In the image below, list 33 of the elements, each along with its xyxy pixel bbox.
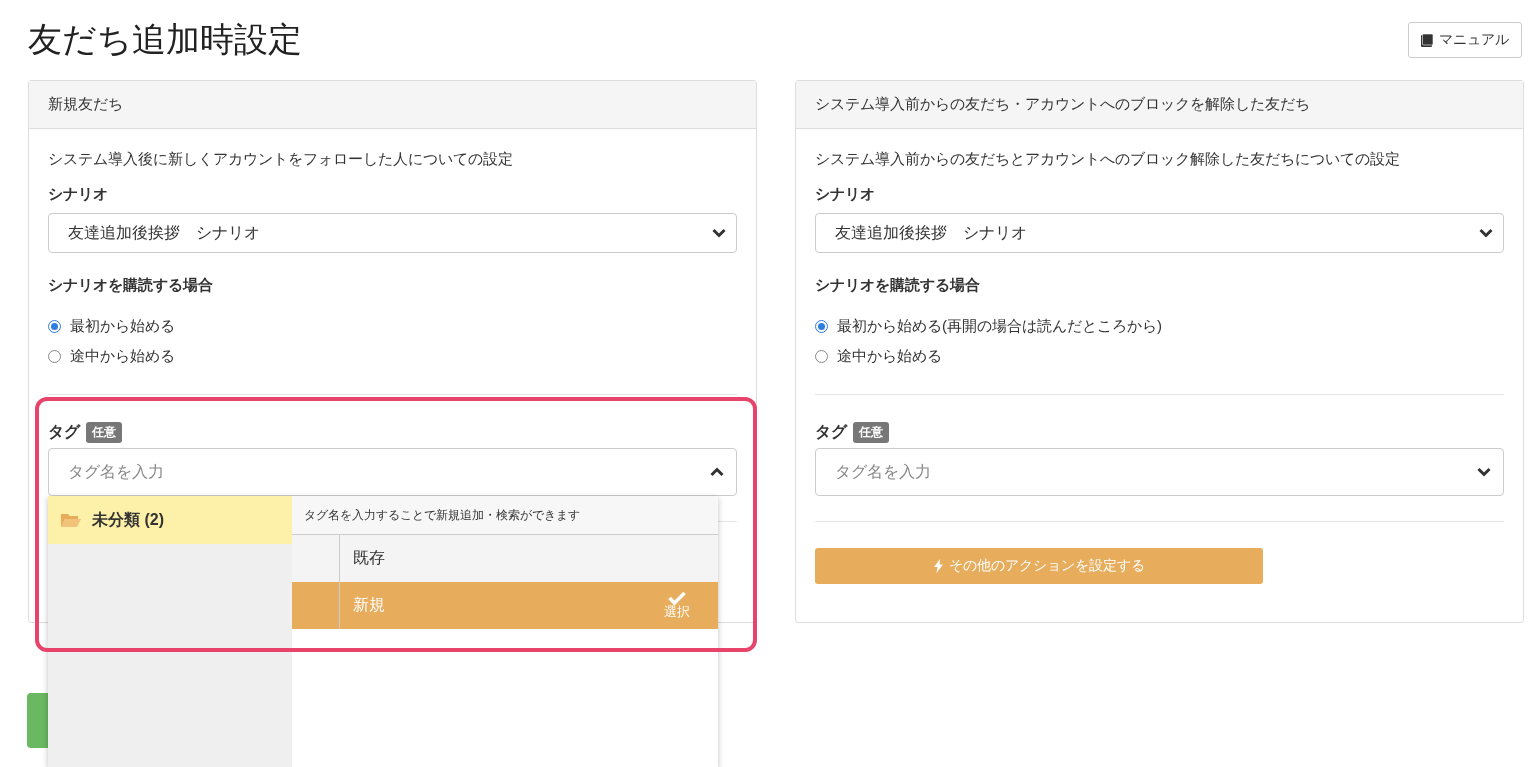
folder-icon [60, 512, 82, 528]
book-icon [1421, 33, 1433, 47]
chevron-down-icon [712, 228, 726, 238]
page-title: 友だち追加時設定 [28, 19, 302, 60]
tag-option[interactable]: 既存 [292, 535, 718, 582]
scenario-select[interactable]: 友達追加後挨拶 シナリオ [48, 213, 737, 253]
manual-button[interactable]: マニュアル [1408, 22, 1522, 58]
description: システム導入後に新しくアカウントをフォローした人についての設定 [48, 149, 514, 169]
optional-badge: 任意 [853, 421, 889, 443]
radio-label[interactable]: 最初から始める(再開の場合は読んだところから) [837, 316, 1162, 336]
chevron-down-icon [1479, 228, 1493, 238]
check-icon [668, 591, 686, 606]
tag-input[interactable]: タグ名を入力 [66, 462, 710, 482]
radio-label[interactable]: 最初から始める [70, 316, 175, 336]
dropdown-hint: タグ名を入力することで新規追加・検索ができます [292, 496, 718, 535]
field-label: シナリオを購読する場合 [815, 275, 981, 295]
tag-input-field[interactable]: タグ名を入力 [48, 448, 737, 496]
field-label: シナリオ [48, 184, 109, 204]
tag-input[interactable]: タグ名を入力 [833, 462, 1477, 482]
card-header: 新規友だち [29, 81, 756, 129]
field-label: タグ [815, 421, 847, 442]
card-header: システム導入前からの友だち・アカウントへのブロックを解除した友だち [796, 81, 1523, 129]
radio-label[interactable]: 途中から始める [837, 346, 942, 366]
field-label: タグ [48, 421, 80, 442]
lightning-icon [933, 559, 943, 573]
optional-badge: 任意 [86, 421, 122, 443]
description: システム導入前からの友だちとアカウントへのブロック解除した友だちについての設定 [815, 149, 1401, 169]
field-label: シナリオを購読する場合 [48, 275, 214, 295]
field-label: シナリオ [815, 184, 876, 204]
category-item[interactable]: 未分類 (2) [48, 496, 292, 544]
scenario-select[interactable]: 友達追加後挨拶 シナリオ [815, 213, 1504, 253]
tag-input-field[interactable]: タグ名を入力 [815, 448, 1504, 496]
radio-label[interactable]: 途中から始める [70, 346, 175, 366]
